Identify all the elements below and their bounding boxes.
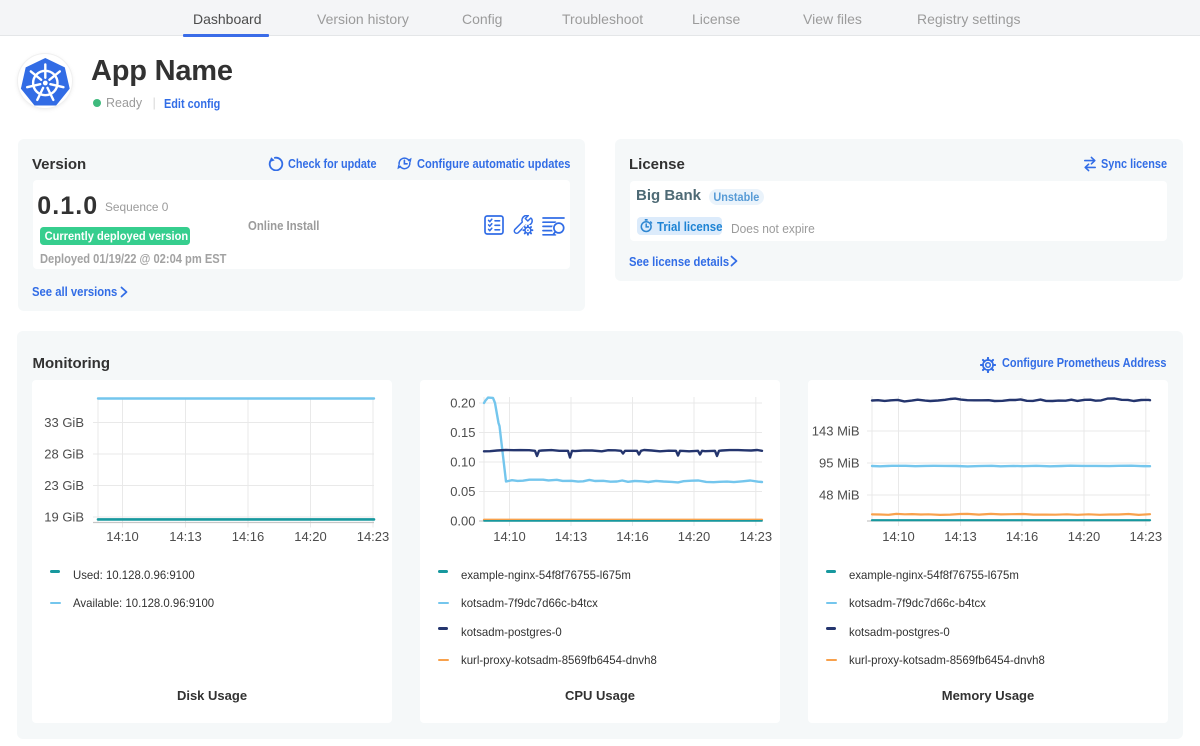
svg-text:14:23: 14:23 bbox=[357, 529, 390, 544]
svg-text:14:20: 14:20 bbox=[1068, 529, 1101, 544]
svg-text:0.05: 0.05 bbox=[450, 484, 475, 499]
svg-text:14:16: 14:16 bbox=[232, 529, 265, 544]
svg-text:33 GiB: 33 GiB bbox=[44, 415, 84, 430]
svg-text:143 MiB: 143 MiB bbox=[812, 424, 860, 439]
svg-text:14:20: 14:20 bbox=[294, 529, 327, 544]
svg-text:0.10: 0.10 bbox=[450, 455, 475, 470]
svg-text:14:23: 14:23 bbox=[740, 529, 773, 544]
svg-text:14:13: 14:13 bbox=[169, 529, 202, 544]
svg-text:14:23: 14:23 bbox=[1130, 529, 1163, 544]
svg-text:14:10: 14:10 bbox=[106, 529, 139, 544]
svg-text:14:16: 14:16 bbox=[1006, 529, 1039, 544]
svg-text:14:16: 14:16 bbox=[616, 529, 649, 544]
svg-text:14:10: 14:10 bbox=[493, 529, 526, 544]
svg-text:48 MiB: 48 MiB bbox=[819, 488, 859, 503]
svg-text:14:20: 14:20 bbox=[678, 529, 711, 544]
svg-text:0.15: 0.15 bbox=[450, 425, 475, 440]
svg-text:95 MiB: 95 MiB bbox=[819, 456, 859, 471]
svg-text:19 GiB: 19 GiB bbox=[44, 510, 84, 525]
svg-text:28 GiB: 28 GiB bbox=[44, 447, 84, 462]
svg-text:14:10: 14:10 bbox=[882, 529, 915, 544]
svg-text:14:13: 14:13 bbox=[555, 529, 588, 544]
svg-text:14:13: 14:13 bbox=[944, 529, 977, 544]
svg-text:23 GiB: 23 GiB bbox=[44, 478, 84, 493]
svg-text:0.00: 0.00 bbox=[450, 514, 475, 529]
svg-text:0.20: 0.20 bbox=[450, 396, 475, 411]
